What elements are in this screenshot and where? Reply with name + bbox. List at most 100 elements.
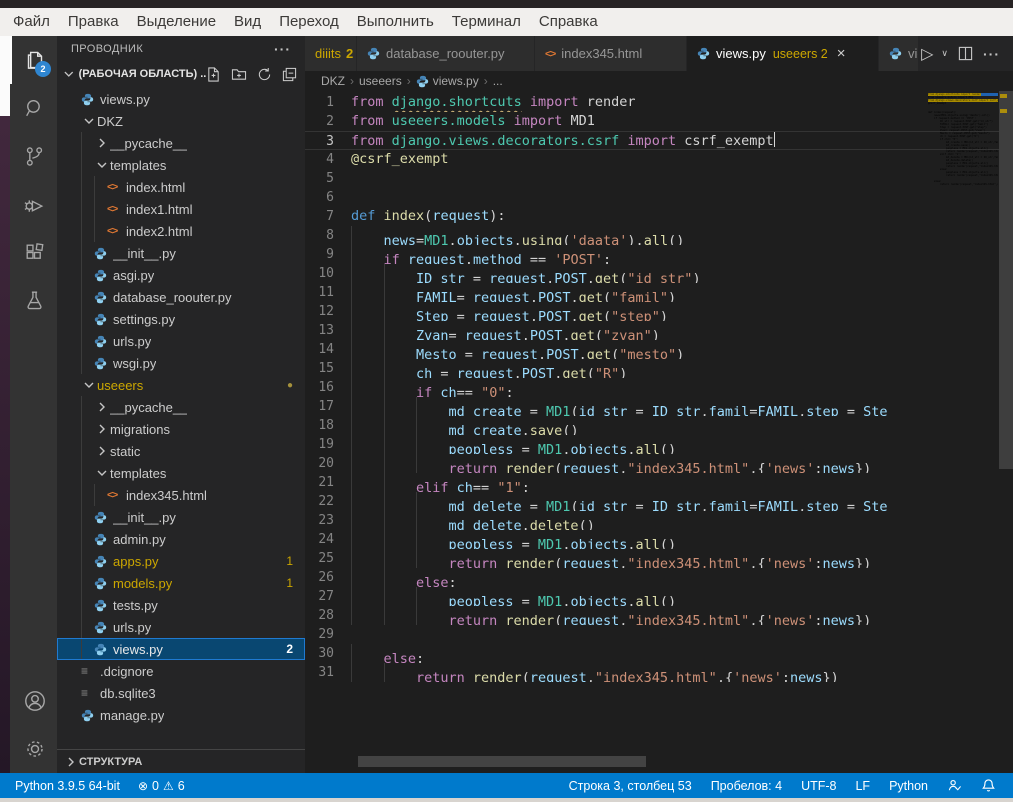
code-line-28[interactable]: 28return render(request,"index345.html",… <box>305 606 999 625</box>
code-line-21[interactable]: 21elif ch== "1": <box>305 473 999 492</box>
code-line-2[interactable]: 2from useeers.models import MD1 <box>305 112 999 131</box>
code-line-23[interactable]: 23md_delete.delete() <box>305 511 999 530</box>
tab-index345.html[interactable]: <>index345.html <box>535 36 687 71</box>
code-line-19[interactable]: 19peopless = MD1.objects.all() <box>305 435 999 454</box>
code-editor[interactable]: 1from django.shortcuts import render2fro… <box>305 91 1013 773</box>
notifications-bell-icon[interactable] <box>976 778 1001 793</box>
editor-more-actions-button[interactable]: ··· <box>980 46 1003 62</box>
code-line-11[interactable]: 11FAMIL= request.POST.get("famil") <box>305 283 999 302</box>
account-button[interactable] <box>10 677 57 725</box>
tree-item-admin.py[interactable]: admin.py <box>57 528 305 550</box>
line-number[interactable]: 13 <box>305 321 351 340</box>
activity-search-button[interactable] <box>10 84 57 132</box>
tree-item-tests.py[interactable]: tests.py <box>57 594 305 616</box>
vertical-scrollbar[interactable] <box>999 91 1013 773</box>
code-line-20[interactable]: 20return render(request,"index345.html",… <box>305 454 999 473</box>
code-line-25[interactable]: 25return render(request,"index345.html",… <box>305 549 999 568</box>
horizontal-scrollbar-slider[interactable] <box>358 756 646 767</box>
line-number[interactable]: 4 <box>305 150 351 169</box>
tree-item-templates[interactable]: templates <box>57 154 305 176</box>
menubar-item[interactable]: Файл <box>4 8 59 36</box>
activity-explorer-button[interactable]: 2 <box>10 36 57 84</box>
code-line-9[interactable]: 9if request.method == 'POST': <box>305 245 999 264</box>
code-line-6[interactable]: 6 <box>305 188 999 207</box>
line-number[interactable]: 6 <box>305 188 351 207</box>
line-number[interactable]: 25 <box>305 549 351 568</box>
menubar-item[interactable]: Справка <box>530 8 607 36</box>
breadcrumb-item[interactable]: ... <box>493 74 503 88</box>
code-line-1[interactable]: 1from django.shortcuts import render <box>305 93 999 112</box>
tab-close-icon[interactable]: × <box>837 45 846 62</box>
code-line-31[interactable]: 31return render(request,"index345.html",… <box>305 663 999 682</box>
line-number[interactable]: 27 <box>305 587 351 606</box>
tree-item-urls.py[interactable]: urls.py <box>57 330 305 352</box>
code-line-8[interactable]: 8news=MD1.objects.using('daata').all() <box>305 226 999 245</box>
tab-views.py[interactable]: views.pyuseeers 2× <box>687 36 879 71</box>
breadcrumb-item[interactable]: views.py <box>416 74 479 88</box>
line-number[interactable]: 21 <box>305 473 351 492</box>
line-number[interactable]: 19 <box>305 435 351 454</box>
activity-testing-button[interactable] <box>10 276 57 324</box>
new-file-icon[interactable] <box>206 67 221 82</box>
tree-item-settings.py[interactable]: settings.py <box>57 308 305 330</box>
line-number[interactable]: 26 <box>305 568 351 587</box>
line-number[interactable]: 31 <box>305 663 351 682</box>
line-number[interactable]: 1 <box>305 93 351 112</box>
tree-item-views.py[interactable]: views.py <box>57 88 305 110</box>
code-line-5[interactable]: 5 <box>305 169 999 188</box>
code-line-29[interactable]: 29 <box>305 625 999 644</box>
tree-item-wsgi.py[interactable]: wsgi.py <box>57 352 305 374</box>
code-line-27[interactable]: 27peopless = MD1.objects.all() <box>305 587 999 606</box>
code-line-14[interactable]: 14Mesto = request.POST.get("mesto") <box>305 340 999 359</box>
line-number[interactable]: 2 <box>305 112 351 131</box>
settings-button[interactable] <box>10 725 57 773</box>
feedback-icon[interactable] <box>942 778 967 793</box>
menubar-item[interactable]: Выделение <box>128 8 225 36</box>
activity-extensions-button[interactable] <box>10 228 57 276</box>
tree-item-models.py[interactable]: models.py1 <box>57 572 305 594</box>
code-line-24[interactable]: 24peopless = MD1.objects.all() <box>305 530 999 549</box>
tree-item-migrations[interactable]: migrations <box>57 418 305 440</box>
line-number[interactable]: 20 <box>305 454 351 473</box>
menubar-item[interactable]: Переход <box>270 8 348 36</box>
line-number[interactable]: 14 <box>305 340 351 359</box>
tab-vie[interactable]: vie <box>879 36 918 71</box>
tree-item-urls.py[interactable]: urls.py <box>57 616 305 638</box>
tree-item-__pycache__[interactable]: __pycache__ <box>57 396 305 418</box>
line-number[interactable]: 8 <box>305 226 351 245</box>
workspace-section-header[interactable]: (РАБОЧАЯ ОБЛАСТЬ) ... <box>57 62 305 86</box>
activity-run-debug-button[interactable] <box>10 180 57 228</box>
code-line-12[interactable]: 12Step = request.POST.get("step") <box>305 302 999 321</box>
status-indicator[interactable]: Строка 3, столбец 53 <box>564 779 697 793</box>
status-indicator[interactable]: Пробелов: 4 <box>706 779 787 793</box>
breadcrumb-item[interactable]: DKZ <box>321 74 345 88</box>
tree-item-database_roouter.py[interactable]: database_roouter.py <box>57 286 305 308</box>
line-number[interactable]: 24 <box>305 530 351 549</box>
code-line-10[interactable]: 10ID_str = request.POST.get("id_str") <box>305 264 999 283</box>
line-number[interactable]: 29 <box>305 625 351 644</box>
tree-item-useeers[interactable]: useeers● <box>57 374 305 396</box>
tree-item-DKZ[interactable]: DKZ <box>57 110 305 132</box>
tab-database_roouter.py[interactable]: database_roouter.py <box>357 36 535 71</box>
collapse-all-icon[interactable] <box>282 67 297 82</box>
line-number[interactable]: 10 <box>305 264 351 283</box>
code-line-17[interactable]: 17md_create = MD1(id_str = ID_str,famil=… <box>305 397 999 416</box>
line-number[interactable]: 18 <box>305 416 351 435</box>
tree-item-.dcignore[interactable]: ≡.dcignore <box>57 660 305 682</box>
status-indicator[interactable]: UTF-8 <box>796 779 841 793</box>
line-number[interactable]: 7 <box>305 207 351 226</box>
tree-item-views.py[interactable]: views.py2 <box>57 638 305 660</box>
line-number[interactable]: 3 <box>305 132 351 149</box>
breadcrumb-item[interactable]: useeers <box>359 74 402 88</box>
menubar-item[interactable]: Правка <box>59 8 128 36</box>
code-line-4[interactable]: 4@csrf_exempt <box>305 150 999 169</box>
refresh-icon[interactable] <box>257 67 272 82</box>
line-number[interactable]: 5 <box>305 169 351 188</box>
new-folder-icon[interactable] <box>231 67 247 82</box>
outline-section-header[interactable]: СТРУКТУРА <box>57 749 305 773</box>
code-line-13[interactable]: 13Zvan= request.POST.get("zvan") <box>305 321 999 340</box>
line-number[interactable]: 28 <box>305 606 351 625</box>
line-number[interactable]: 23 <box>305 511 351 530</box>
tree-item-apps.py[interactable]: apps.py1 <box>57 550 305 572</box>
minimap[interactable]: from django.shortcuts import renderfrom … <box>928 93 998 186</box>
